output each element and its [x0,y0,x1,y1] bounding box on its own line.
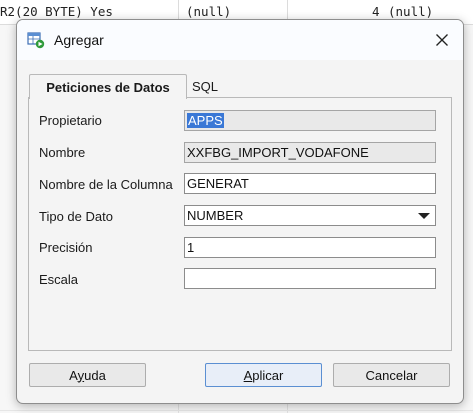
precision-label: Precisión [39,240,93,255]
dialog-title: Agregar [54,32,104,48]
background-cell: 4 [372,4,380,19]
data-type-value: NUMBER [187,208,244,223]
cancel-button[interactable]: Cancelar [333,363,450,387]
tab-peticiones-de-datos[interactable]: Peticiones de Datos [29,74,187,99]
precision-input[interactable]: 1 [184,237,436,258]
owner-field[interactable]: APPS [184,110,436,131]
tab-sql[interactable]: SQL [192,75,232,97]
apply-label: Aplicar [243,367,284,383]
scale-input[interactable] [184,268,436,289]
help-button[interactable]: Ayuda [29,363,146,387]
background-cell: (null) [186,4,232,19]
chevron-down-icon [418,212,430,219]
help-label: Ayuda [69,367,106,383]
background-cell: R2(20 BYTE) Yes [0,4,113,19]
data-type-label: Tipo de Dato [39,209,113,224]
dialog-titlebar: Agregar [17,20,463,60]
scale-label: Escala [39,272,79,287]
add-dialog: Agregar Peticiones de Datos SQL Propieta… [16,19,464,404]
column-name-input[interactable]: GENERAT [184,173,436,194]
close-button[interactable] [429,28,455,52]
data-type-select[interactable]: NUMBER [184,205,436,226]
background-cell: (null) [388,4,434,19]
column-name-label: Nombre de la Columna [39,177,173,192]
name-label: Nombre [39,145,86,160]
owner-label: Propietario [39,113,102,128]
owner-value: APPS [187,113,224,128]
close-icon [436,34,448,46]
apply-button[interactable]: Aplicar [205,363,322,387]
row-separator [0,410,473,411]
name-field[interactable]: XXFBG_IMPORT_VODAFONE [184,142,436,163]
add-table-icon [27,31,45,49]
